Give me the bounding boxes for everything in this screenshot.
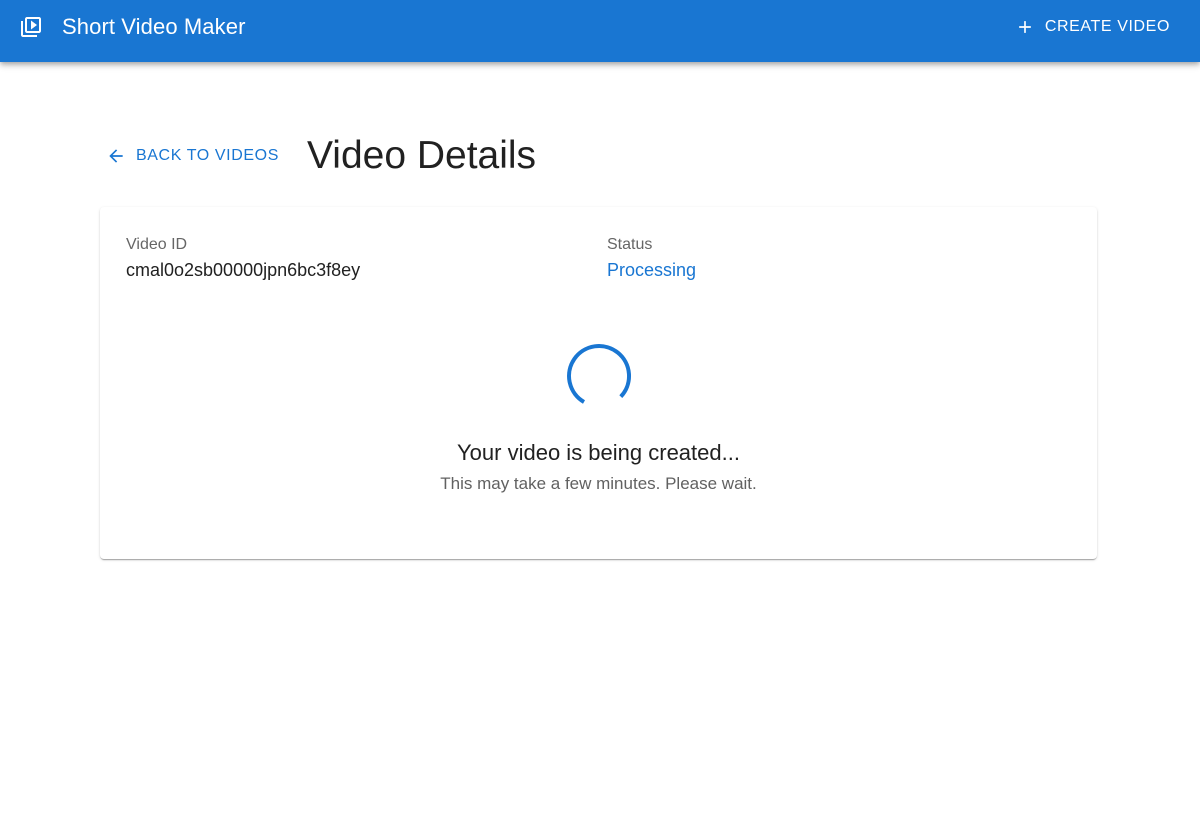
create-video-label: CREATE VIDEO xyxy=(1044,18,1170,35)
progress-message: Your video is being created... xyxy=(457,440,740,465)
app-title: Short Video Maker xyxy=(62,14,246,39)
video-details-card: Video ID cmal0o2sb00000jpn6bc3f8ey Statu… xyxy=(100,207,1097,559)
video-library-icon xyxy=(21,17,41,37)
status-value: Processing xyxy=(607,260,697,280)
status-field: Status Processing xyxy=(607,235,696,281)
status-label: Status xyxy=(607,236,653,253)
spinner-icon xyxy=(567,344,632,404)
back-to-videos-button[interactable]: BACK TO VIDEOS xyxy=(100,138,285,174)
back-to-videos-label: BACK TO VIDEOS xyxy=(136,147,279,164)
create-video-button[interactable]: CREATE VIDEO xyxy=(1005,12,1180,42)
progress-submessage: This may take a few minutes. Please wait… xyxy=(440,474,757,493)
arrow-left-icon xyxy=(109,149,123,163)
video-id-value: cmal0o2sb00000jpn6bc3f8ey xyxy=(126,260,361,280)
video-id-field: Video ID cmal0o2sb00000jpn6bc3f8ey xyxy=(126,235,360,281)
plus-icon xyxy=(1019,21,1031,33)
page-title: Video Details xyxy=(306,134,537,177)
page-header: BACK TO VIDEOS Video Details xyxy=(100,130,536,182)
app-bar: Short Video Maker CREATE VIDEO xyxy=(0,0,1200,62)
video-id-label: Video ID xyxy=(126,236,188,253)
